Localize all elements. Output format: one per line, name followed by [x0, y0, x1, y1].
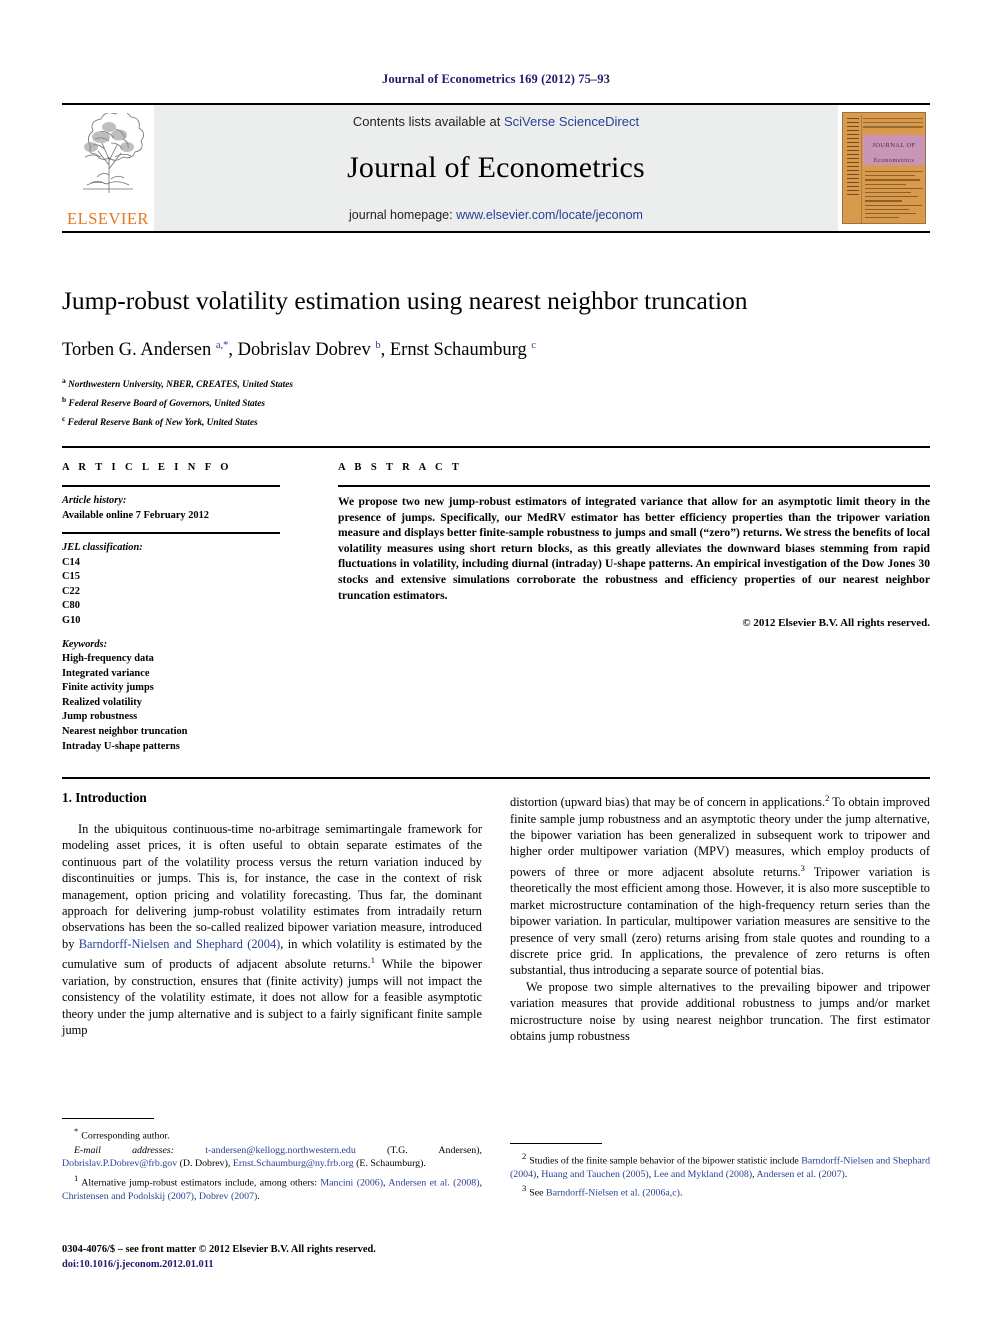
body-column-right: distortion (upward bias) that may be of …: [510, 790, 930, 1120]
affiliation-text: Federal Reserve Bank of New York, United…: [67, 417, 258, 428]
footnote-3-mark: 3: [522, 1183, 527, 1194]
keyword-item: Integrated variance: [62, 667, 150, 679]
article-history-group: Article history: Available online 7 Febr…: [62, 494, 280, 523]
body-columns: 1. Introduction In the ubiquitous contin…: [62, 790, 930, 1120]
imprint-block: 0304-4076/$ – see front matter © 2012 El…: [62, 1243, 522, 1272]
footnote-2: 2 Studies of the finite sample behavior o…: [510, 1150, 930, 1181]
footnote-corresponding-text: Corresponding author.: [81, 1130, 170, 1142]
body-column-left: 1. Introduction In the ubiquitous contin…: [62, 790, 482, 1120]
affiliation-list: a Northwestern University, NBER, CREATES…: [62, 374, 930, 430]
journal-cover-thumbnail: JOURNAL OF Econometrics: [838, 105, 930, 231]
affiliation-item: a Northwestern University, NBER, CREATES…: [62, 374, 930, 393]
jel-code: G10: [62, 614, 81, 626]
footnote-rule: [510, 1143, 602, 1144]
keyword-item: Realized volatility: [62, 696, 142, 708]
keyword-item: Jump robustness: [62, 711, 138, 723]
affiliation-item: c Federal Reserve Bank of New York, Unit…: [62, 412, 930, 431]
elsevier-logo: ELSEVIER: [62, 105, 154, 231]
cover-title-band: JOURNAL OF Econometrics: [863, 135, 925, 165]
affiliation-item: b Federal Reserve Board of Governors, Un…: [62, 393, 930, 412]
masthead-banner: Contents lists available at SciVerse Sci…: [154, 105, 838, 231]
article-history-value: Available online 7 February 2012: [62, 509, 210, 521]
footnote-3: 3 See Barndorff-Nielsen et al. (2006a,c).: [510, 1182, 930, 1200]
elsevier-tree-icon: [83, 113, 144, 193]
affiliation-mark: a: [62, 376, 66, 386]
copyright-notice: © 2012 Elsevier B.V. All rights reserved…: [742, 617, 930, 630]
footnote-star-mark: *: [74, 1126, 79, 1136]
abstract-heading: A B S T R A C T: [338, 462, 463, 473]
info-abstract-block: A R T I C L E I N F O Article history: A…: [62, 446, 930, 780]
affiliation-mark: b: [62, 394, 67, 404]
keyword-item: Nearest neighbor truncation: [62, 726, 188, 738]
sciencedirect-link[interactable]: SciVerse ScienceDirect: [504, 114, 639, 129]
footnote-1-mark: 1: [74, 1173, 79, 1184]
footnote-1: 1 Alternative jump-robust estimators incl…: [62, 1172, 482, 1203]
jel-code: C14: [62, 556, 80, 568]
article-info-heading: A R T I C L E I N F O: [62, 462, 232, 473]
cover-top-lines: [863, 118, 923, 131]
article-history-label: Article history:: [62, 495, 127, 506]
footnote-email-addresses: E-mail addresses: t-andersen@kellogg.nor…: [62, 1144, 482, 1171]
affiliation-mark: c: [62, 413, 66, 423]
page-title: Jump-robust volatility estimation using …: [62, 286, 748, 315]
journal-masthead: ELSEVIER Contents lists available at Sci…: [62, 103, 930, 233]
jel-label: JEL classification:: [62, 542, 143, 554]
paragraph: distortion (upward bias) that may be of …: [510, 793, 931, 978]
contents-prefix: Contents lists available at: [352, 114, 504, 129]
cover-contents-lines: [865, 171, 923, 221]
article-info-column: A R T I C L E I N F O Article history: A…: [62, 462, 300, 763]
footnote-2-text: Studies of the finite sample behavior of…: [510, 1155, 931, 1180]
journal-homepage-link[interactable]: www.elsevier.com/locate/jeconom: [456, 208, 643, 222]
running-head: Journal of Econometrics 169 (2012) 75–93: [382, 72, 610, 86]
footnote-3-text: See Barndorff-Nielsen et al. (2006a,c).: [529, 1187, 683, 1199]
title-block: Jump-robust volatility estimation using …: [62, 285, 930, 430]
footnotes-right: 2 Studies of the finite sample behavior o…: [510, 1143, 930, 1201]
cover-art: JOURNAL OF Econometrics: [842, 112, 926, 224]
cover-spine-strip: [845, 115, 862, 223]
jel-code: C22: [62, 585, 80, 597]
footnote-rule: [62, 1118, 154, 1119]
footnote-2-mark: 2: [522, 1151, 527, 1161]
paragraph: In the ubiquitous continuous-time no-arb…: [62, 822, 482, 1037]
journal-title: Journal of Econometrics: [347, 151, 645, 184]
email-label: E-mail addresses:: [74, 1144, 174, 1156]
footnotes-left: * Corresponding author. E-mail addresses:…: [62, 1118, 482, 1205]
homepage-prefix: journal homepage:: [349, 208, 457, 222]
divider: [62, 485, 280, 487]
issn-line: 0304-4076/$ – see front matter © 2012 El…: [62, 1244, 376, 1255]
contents-available-line: Contents lists available at SciVerse Sci…: [353, 114, 639, 129]
article-first-page: Journal of Econometrics 169 (2012) 75–93: [0, 0, 992, 1323]
keyword-item: High-frequency data: [62, 653, 154, 665]
footnote-corresponding-author: * Corresponding author.: [62, 1125, 482, 1143]
abstract-column: A B S T R A C T We propose two new jump-…: [300, 462, 930, 763]
paragraph: We propose two simple alternatives to th…: [510, 979, 930, 1043]
abstract-text: We propose two new jump-robust estimator…: [338, 495, 930, 602]
keywords-label: Keywords:: [62, 638, 108, 650]
keywords-group: Keywords: High-frequency data Integrated…: [62, 638, 280, 755]
jel-code: C15: [62, 571, 80, 583]
cover-title-line2: Econometrics: [873, 157, 915, 164]
affiliation-text: Federal Reserve Board of Governors, Unit…: [68, 398, 266, 409]
divider: [338, 485, 930, 487]
jel-classification-group: JEL classification: C14 C15 C22 C80 G10: [62, 541, 280, 628]
keyword-item: Intraday U-shape patterns: [62, 740, 180, 752]
journal-homepage-line: journal homepage: www.elsevier.com/locat…: [349, 208, 643, 222]
elsevier-wordmark: ELSEVIER: [67, 209, 149, 228]
footnote-1-text: Alternative jump-robust estimators inclu…: [62, 1177, 482, 1202]
jel-code: C80: [62, 600, 80, 612]
affiliation-text: Northwestern University, NBER, CREATES, …: [68, 380, 293, 391]
doi-line[interactable]: doi:10.1016/j.jeconom.2012.01.011: [62, 1258, 522, 1273]
section-heading-introduction: 1. Introduction: [62, 790, 147, 805]
cover-title-line1: JOURNAL OF: [872, 142, 916, 149]
divider: [62, 532, 280, 535]
keyword-item: Finite activity jumps: [62, 682, 154, 694]
author-list: Torben G. Andersen a,*, Dobrislav Dobrev…: [62, 340, 537, 361]
